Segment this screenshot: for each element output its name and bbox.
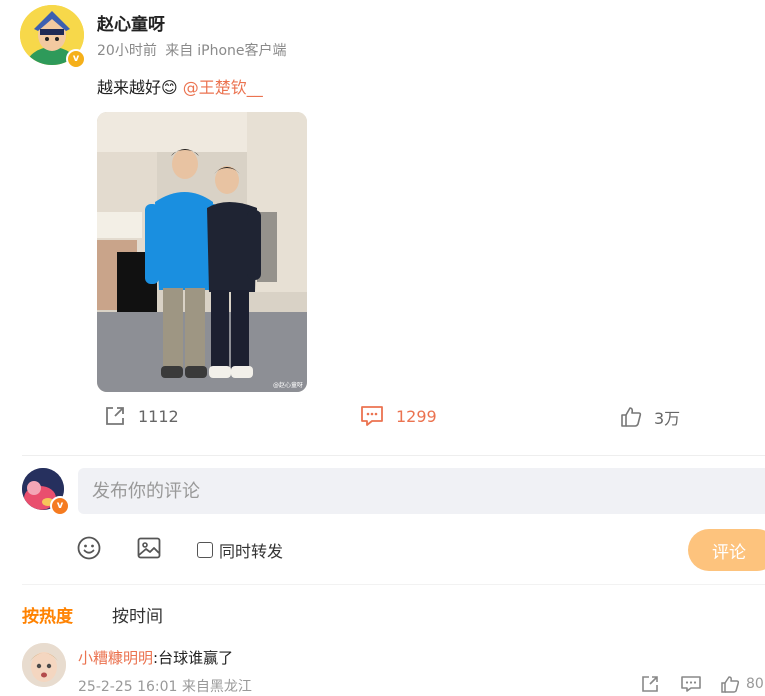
emoji-icon[interactable] — [76, 535, 102, 561]
comment-date: 25-2-25 16:01 — [78, 679, 178, 695]
post-emoji: 😊 — [161, 78, 178, 97]
photo-watermark: @赵心童呀 — [272, 382, 303, 389]
post-source-prefix: 来自 — [165, 43, 194, 59]
comment-reply-icon[interactable] — [680, 675, 702, 693]
my-verified-badge-icon: v — [50, 496, 70, 516]
also-repost-label: 同时转发 — [219, 542, 284, 561]
submit-comment-button[interactable]: 评论 — [688, 529, 765, 571]
image-icon[interactable] — [136, 535, 162, 561]
post-text: 越来越好 — [97, 78, 162, 97]
also-repost-checkbox[interactable] — [197, 542, 213, 558]
post-author-name[interactable]: 赵心童呀 — [97, 10, 165, 35]
verified-badge-icon: v — [66, 49, 86, 69]
commenter-avatar-image — [22, 643, 66, 687]
post-time[interactable]: 20小时前 — [97, 43, 157, 59]
repost-action[interactable]: 1112 — [104, 405, 179, 427]
repost-count: 1112 — [138, 406, 179, 426]
divider — [22, 584, 765, 585]
commenter-avatar[interactable] — [22, 643, 66, 687]
repost-icon — [106, 407, 124, 425]
thumbs-up-icon — [621, 407, 642, 427]
comment-thumbs-up-icon — [721, 676, 740, 693]
like-count: 3万 — [654, 409, 681, 428]
post-source: iPhone客户端 — [197, 43, 287, 59]
comment-action[interactable]: 1299 — [360, 405, 437, 427]
comment-like-action[interactable]: 80 — [720, 675, 764, 693]
comment-icon — [361, 406, 383, 426]
post-content: 越来越好😊 @王楚钦__ — [97, 74, 263, 98]
comment-text: 台球谁赢了 — [158, 649, 234, 667]
comment-repost-icon[interactable] — [641, 675, 661, 693]
sort-by-hot-tab[interactable]: 按热度 — [22, 602, 73, 627]
also-repost-toggle[interactable]: 同时转发 — [197, 538, 283, 562]
like-action[interactable]: 3万 — [620, 405, 680, 429]
comment-count: 1299 — [396, 406, 437, 426]
post-photo[interactable]: @赵心童呀 — [97, 112, 307, 392]
mention-link[interactable]: @王楚钦__ — [183, 78, 263, 97]
sort-by-time-tab[interactable]: 按时间 — [112, 602, 163, 627]
comment-source: 来自黑龙江 — [181, 679, 252, 695]
comment-input[interactable] — [78, 468, 765, 514]
comment-line: 小糟糠明明:台球谁赢了 — [78, 647, 233, 668]
post-meta: 20小时前 来自 iPhone客户端 — [97, 40, 291, 60]
commenter-name[interactable]: 小糟糠明明 — [78, 649, 153, 667]
comment-meta: 25-2-25 16:01 来自黑龙江 — [78, 676, 252, 696]
post-photo-image — [97, 112, 307, 392]
divider — [22, 455, 765, 456]
